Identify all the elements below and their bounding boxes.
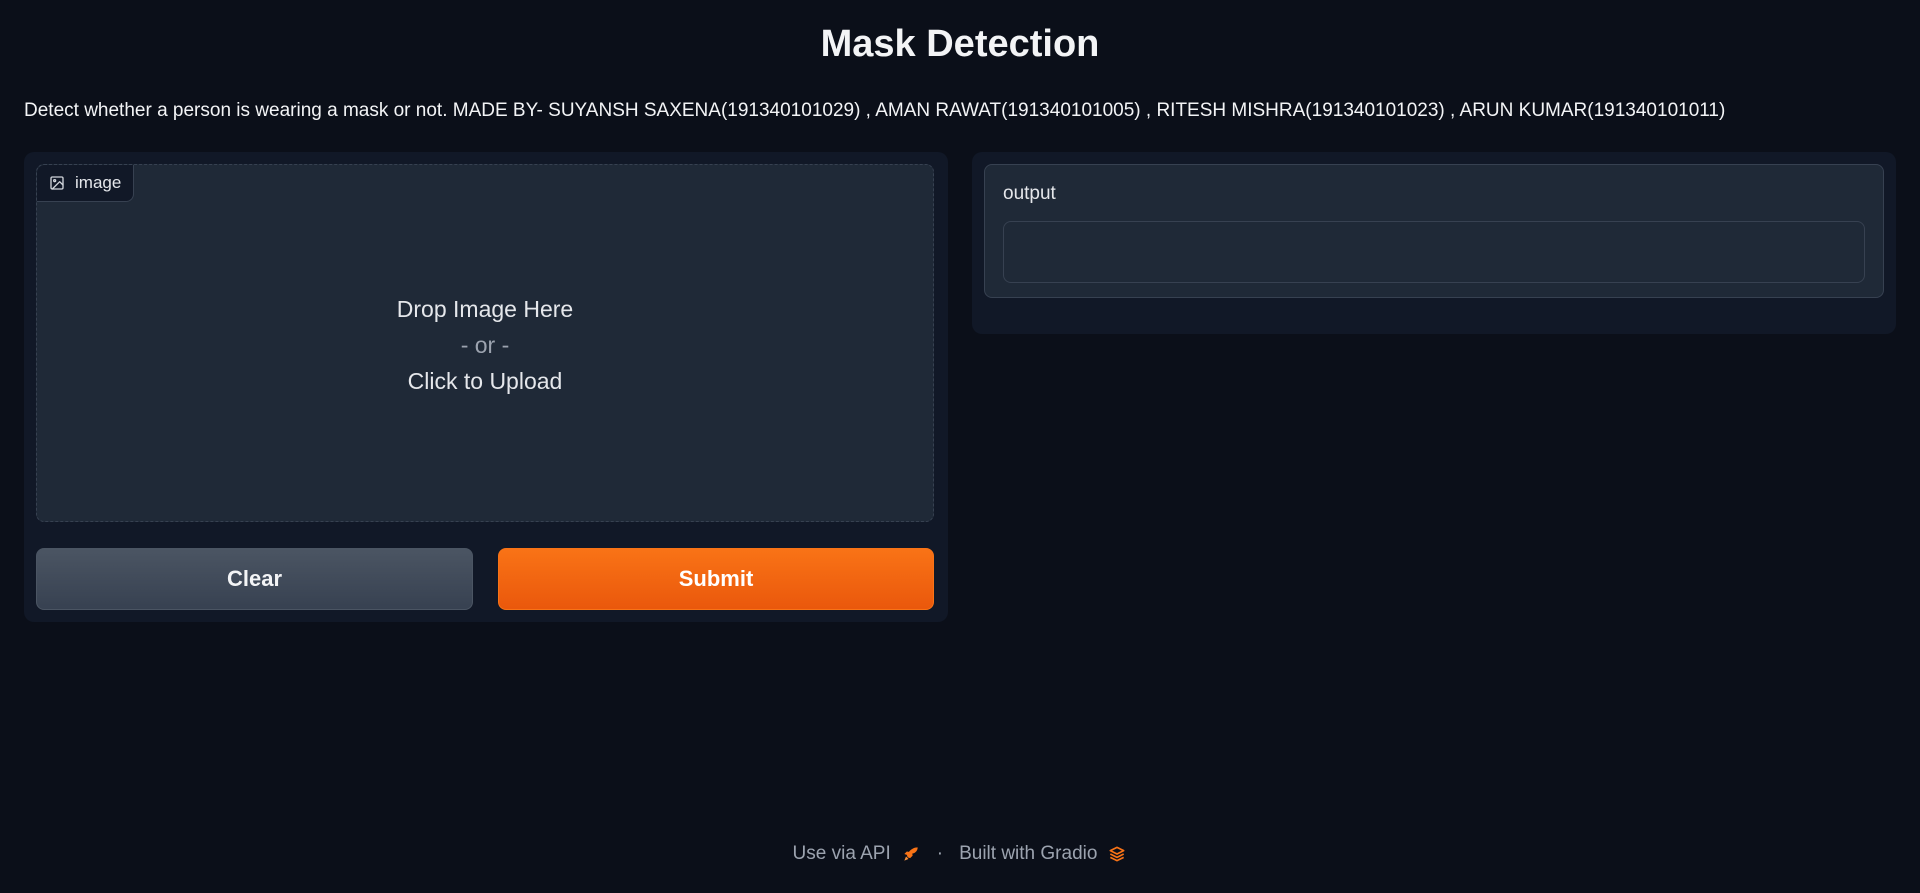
output-block: output <box>984 164 1884 298</box>
image-upload-dropzone[interactable]: image Drop Image Here - or - Click to Up… <box>36 164 934 522</box>
use-via-api-link[interactable]: Use via API <box>793 843 921 865</box>
output-panel: output <box>972 152 1896 334</box>
output-textbox[interactable] <box>1003 221 1865 283</box>
footer: Use via API · Built with Gradio <box>0 843 1920 865</box>
image-icon <box>50 176 64 190</box>
image-label-tag: image <box>37 165 135 202</box>
built-with-gradio-link[interactable]: Built with Gradio <box>959 843 1127 865</box>
built-with-gradio-text: Built with Gradio <box>959 843 1098 864</box>
use-via-api-text: Use via API <box>792 843 891 864</box>
page-description: Detect whether a person is wearing a mas… <box>24 100 1726 121</box>
click-to-upload-text[interactable]: Click to Upload <box>37 363 933 399</box>
drop-instructions: Drop Image Here - or - Click to Upload <box>37 291 933 399</box>
page-title: Mask Detection <box>820 23 1100 65</box>
input-panel: image Drop Image Here - or - Click to Up… <box>24 152 948 622</box>
drop-image-text: Drop Image Here <box>396 296 574 322</box>
footer-separator: · <box>936 843 944 864</box>
clear-button[interactable]: Clear <box>36 548 473 610</box>
rocket-icon <box>904 847 918 861</box>
output-label: output <box>1003 183 1056 204</box>
submit-button[interactable]: Submit <box>498 548 934 610</box>
image-label-text: image <box>75 173 122 192</box>
or-separator-text: - or - <box>460 332 510 358</box>
gradio-logo-icon <box>1109 846 1125 862</box>
app-root: Mask Detection Detect whether a person i… <box>0 0 1920 893</box>
